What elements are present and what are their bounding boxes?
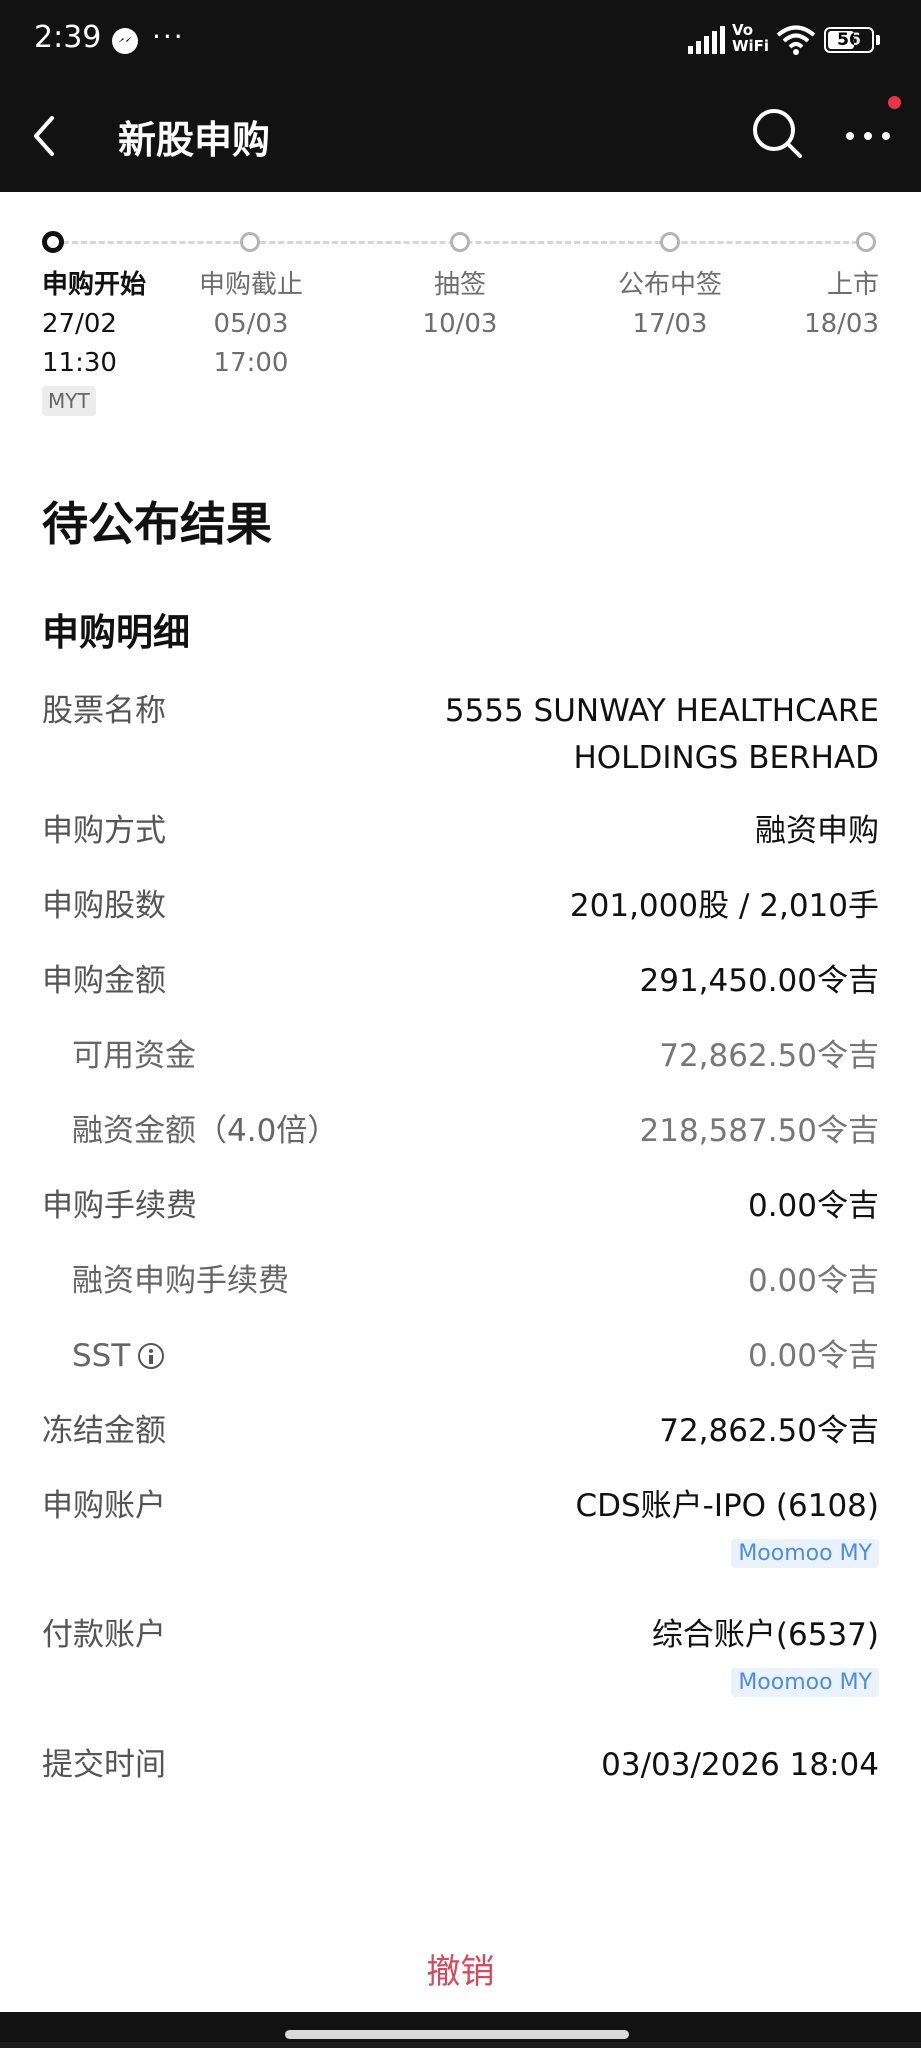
- timeline-step-name: 抽签: [433, 270, 486, 300]
- timeline-step-date: 27/02: [42, 309, 117, 339]
- back-arrow-icon[interactable]: [26, 106, 86, 166]
- detail-value: 291,450.00令吉: [639, 963, 880, 999]
- detail-label: 可用资金: [72, 1038, 196, 1074]
- detail-row-stock-name: 股票名称 5555 SUNWAY HEALTHCARE HOLDINGS BER…: [42, 688, 879, 788]
- nav-bar-strip: [0, 2042, 921, 2048]
- timeline-node-ballot: [450, 232, 470, 252]
- detail-value: 综合账户(6537): [651, 1617, 879, 1653]
- detail-value: 72,862.50令吉: [659, 1413, 879, 1449]
- timeline-node-listing: [856, 232, 876, 252]
- timeline-step-start: 申购开始 27/02 11:30: [42, 266, 146, 383]
- detail-label: SST: [72, 1333, 165, 1380]
- wifi-icon: [776, 24, 816, 60]
- timeline-step-ballot: 抽签 10/03: [405, 266, 515, 344]
- home-gesture-handle[interactable]: [285, 2030, 629, 2039]
- detail-value: 218,587.50令吉: [639, 1113, 880, 1149]
- detail-value: 0.00令吉: [747, 1263, 879, 1299]
- detail-label: 冻结金额: [42, 1413, 166, 1449]
- info-icon[interactable]: [138, 1343, 165, 1369]
- timeline-step-name: 申购截止: [198, 270, 303, 300]
- more-notifications-icon: ···: [152, 20, 185, 53]
- timeline-step-close: 申购截止 05/03 17:00: [196, 266, 306, 383]
- stock-name-line1: 5555 SUNWAY HEALTHCARE: [444, 693, 879, 729]
- timeline-step-date: 17/03: [632, 309, 708, 339]
- battery-tip: [876, 35, 880, 45]
- battery-level: 56: [837, 30, 861, 50]
- status-time: 2:39: [34, 20, 102, 55]
- system-nav-bar: [0, 2012, 921, 2048]
- detail-value: 72,862.50令吉: [659, 1038, 879, 1074]
- messenger-icon: [112, 28, 138, 54]
- broker-tag: Moomoo MY: [731, 1668, 879, 1697]
- detail-value: 0.00令吉: [747, 1188, 879, 1224]
- result-status: 待公布结果: [42, 497, 272, 551]
- timeline-node-close: [240, 232, 260, 252]
- detail-value: CDS账户-IPO (6108): [575, 1488, 879, 1524]
- detail-label: 融资申购手续费: [72, 1263, 289, 1299]
- timeline-step-name: 申购开始: [42, 270, 147, 300]
- details-section-title: 申购明细: [42, 611, 190, 654]
- timeline-step-time: 17:00: [213, 348, 289, 378]
- timeline-step-name: 公布中签: [617, 270, 722, 300]
- timeline-node-announce: [660, 232, 680, 252]
- cancel-button[interactable]: 撤销: [0, 1944, 921, 1993]
- vowifi-label: Vo WiFi: [732, 21, 770, 55]
- timeline-step-name: 上市: [826, 270, 879, 300]
- timeline-step-listing: 上市 18/03: [804, 266, 879, 344]
- stock-name-line2: HOLDINGS BERHAD: [573, 740, 879, 776]
- detail-label: 申购股数: [42, 888, 166, 924]
- notification-dot: [888, 96, 901, 109]
- more-icon[interactable]: [842, 106, 898, 162]
- detail-value: 03/03/2026 18:04: [601, 1747, 879, 1783]
- status-bar: 2:39 ··· Vo WiFi 56: [0, 0, 921, 84]
- detail-label: 付款账户: [42, 1617, 166, 1653]
- detail-value: 0.00令吉: [747, 1338, 879, 1374]
- timeline-step-time: 11:30: [42, 348, 117, 378]
- detail-value: 5555 SUNWAY HEALTHCARE HOLDINGS BERHAD: [445, 688, 879, 782]
- detail-label: 股票名称: [42, 693, 166, 729]
- detail-value: 201,000股 / 2,010手: [569, 888, 879, 924]
- battery-icon: 56: [824, 27, 874, 53]
- timeline-node-start: [42, 231, 64, 253]
- detail-row-payment-account: 付款账户 综合账户(6537) Moomoo MY: [42, 1612, 879, 1712]
- search-icon[interactable]: [750, 106, 806, 162]
- detail-label: 融资金额（4.0倍）: [72, 1113, 339, 1149]
- ipo-timeline: 申购开始 27/02 11:30 申购截止 05/03 17:00 抽签 10/…: [0, 192, 921, 452]
- detail-row-subscription-account: 申购账户 CDS账户-IPO (6108) Moomoo MY: [42, 1483, 879, 1583]
- timeline-step-announce: 公布中签 17/03: [610, 266, 730, 344]
- timeline-step-date: 10/03: [422, 309, 498, 339]
- signal-icon: [688, 26, 726, 58]
- timeline-step-date: 18/03: [804, 309, 879, 339]
- sst-label: SST: [72, 1338, 131, 1374]
- timezone-badge: MYT: [42, 386, 96, 416]
- page-title: 新股申购: [118, 118, 271, 162]
- detail-label: 申购方式: [42, 813, 166, 849]
- detail-label: 申购手续费: [42, 1188, 197, 1224]
- detail-label: 提交时间: [42, 1747, 166, 1783]
- detail-label: 申购账户: [42, 1488, 166, 1524]
- top-bar: 2:39 ··· Vo WiFi 56 新股申购: [0, 0, 921, 192]
- detail-value: 融资申购: [755, 813, 879, 849]
- app-header: 新股申购: [0, 84, 921, 192]
- detail-label: 申购金额: [42, 963, 166, 999]
- broker-tag: Moomoo MY: [731, 1539, 879, 1568]
- timeline-step-date: 05/03: [213, 309, 289, 339]
